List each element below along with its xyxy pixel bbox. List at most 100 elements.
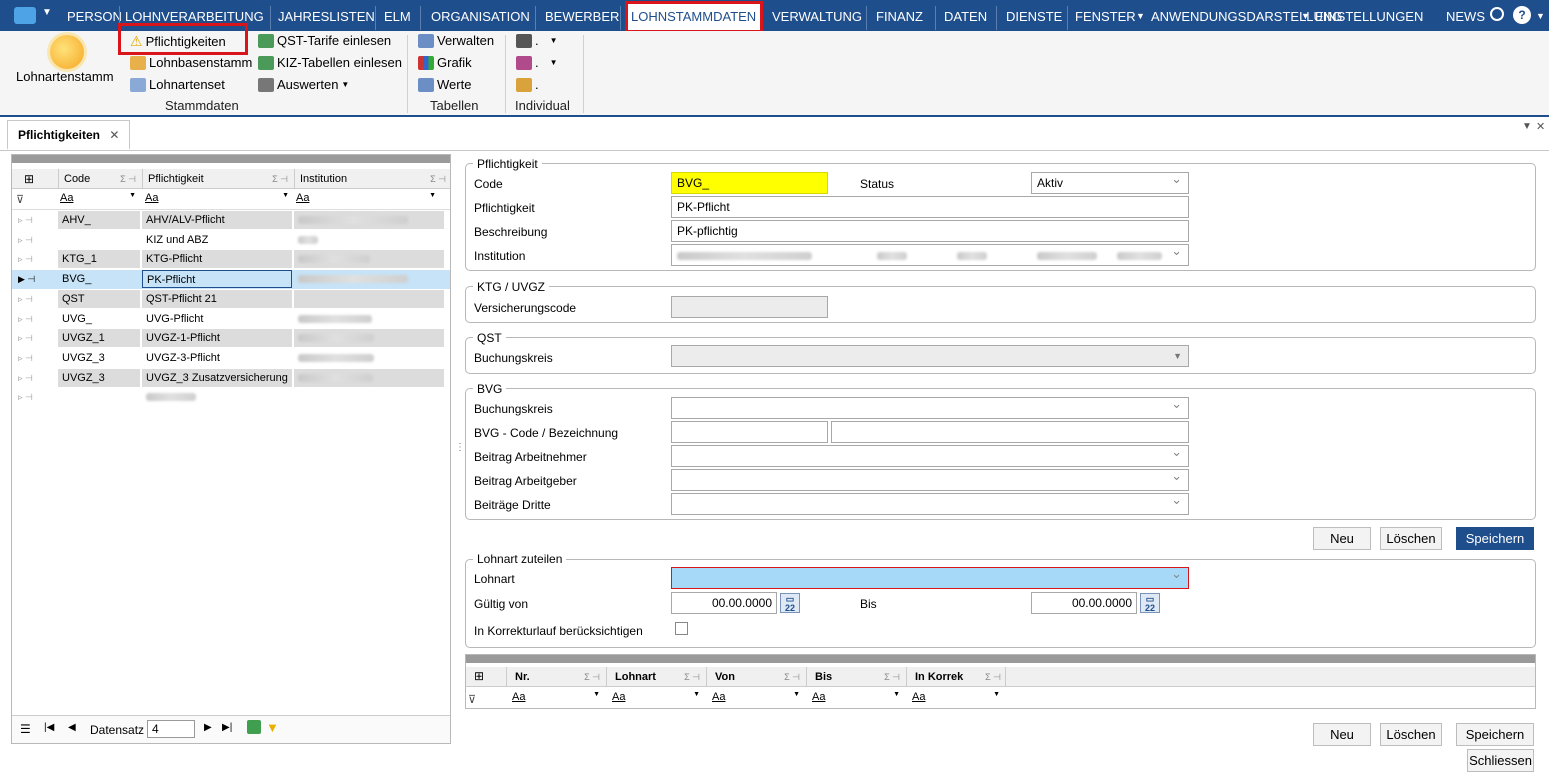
- table-row[interactable]: ▹ ⊣ QST QST-Pflicht 21: [12, 289, 450, 309]
- filter-icon[interactable]: ⊽: [468, 693, 476, 706]
- cell-institution[interactable]: [294, 349, 444, 367]
- code-input[interactable]: BVG_: [671, 172, 828, 194]
- sum-pin-icon[interactable]: Σ ⊣: [985, 667, 1001, 687]
- table-row[interactable]: ▹ ⊣ KTG_1 KTG-Pflicht: [12, 250, 450, 269]
- cell-code[interactable]: UVG_: [58, 310, 140, 328]
- table-row[interactable]: ▹ ⊣ UVGZ_3 UVGZ-3-Pflicht: [12, 349, 450, 368]
- pin-icon[interactable]: ▹ ⊣: [14, 231, 54, 249]
- chevron-down-icon[interactable]: ▼: [1522, 121, 1532, 132]
- sum-pin-icon[interactable]: Σ ⊣: [784, 667, 800, 687]
- kiz-tabellen-button[interactable]: KIZ-Tabellen einlesen: [258, 55, 402, 70]
- pin-icon[interactable]: ▹ ⊣: [14, 329, 54, 347]
- close-icon[interactable]: ✕: [109, 128, 119, 142]
- menu-einstellungen[interactable]: EINSTELLUNGEN: [1315, 0, 1423, 31]
- subgrid-header-nr[interactable]: Nr. Σ ⊣: [506, 667, 604, 687]
- schliessen-button[interactable]: Schliessen: [1467, 749, 1534, 772]
- cell-pflichtigkeit[interactable]: UVGZ_3 Zusatzversicherung: [142, 368, 292, 387]
- menu-daten[interactable]: DATEN: [944, 0, 987, 31]
- pin-icon[interactable]: ▹ ⊣: [14, 211, 54, 229]
- menu-finanz[interactable]: FINANZ: [876, 0, 923, 31]
- list-icon[interactable]: ☰: [20, 722, 31, 736]
- subgrid-header-korrek[interactable]: In Korrek Σ ⊣: [906, 667, 1006, 687]
- close-icon[interactable]: ✕: [1536, 120, 1545, 133]
- beitrag-ag-select[interactable]: [671, 469, 1189, 491]
- cell-institution[interactable]: [294, 231, 444, 249]
- speichern-button-2[interactable]: Speichern: [1456, 723, 1534, 746]
- individual-print-button[interactable]: . ▼: [516, 33, 558, 48]
- menu-anwendungsdarstellung[interactable]: ANWENDUNGSDARSTELLUNG: [1151, 0, 1342, 31]
- pin-icon[interactable]: ▹ ⊣: [14, 250, 54, 268]
- bis-input[interactable]: 00.00.0000: [1031, 592, 1137, 614]
- column-header-pflichtigkeit[interactable]: Pflichtigkeit Σ ⊣: [142, 169, 292, 189]
- status-select[interactable]: Aktiv: [1031, 172, 1189, 194]
- sum-pin-icon[interactable]: Σ ⊣: [584, 667, 600, 687]
- pin-icon[interactable]: ▹ ⊣: [14, 388, 54, 406]
- subgrid-filter-nr[interactable]: Aa ▼: [512, 691, 602, 703]
- menu-elm[interactable]: ELM: [384, 0, 411, 31]
- pin-icon[interactable]: ▹ ⊣: [14, 349, 54, 367]
- menu-organisation[interactable]: ORGANISATION: [431, 0, 530, 31]
- individual-edit-button[interactable]: .: [516, 77, 539, 92]
- last-record-icon[interactable]: ▶|: [222, 722, 232, 733]
- calendar-icon[interactable]: ▭ 22: [1140, 593, 1160, 613]
- menu-fenster[interactable]: FENSTER: [1075, 0, 1136, 31]
- cell-code[interactable]: QST: [58, 289, 140, 308]
- cell-pflichtigkeit[interactable]: KIZ und ABZ: [142, 231, 292, 249]
- cell-institution[interactable]: [294, 250, 444, 269]
- subgrid-filter-von[interactable]: Aa ▼: [712, 691, 802, 703]
- table-row[interactable]: ▶ ⊣ BVG_ PK-Pflicht: [12, 270, 450, 290]
- beitrag-an-select[interactable]: [671, 445, 1189, 467]
- cell-code[interactable]: KTG_1: [58, 250, 140, 269]
- versicherungscode-input[interactable]: [671, 296, 828, 318]
- sum-pin-icon[interactable]: Σ ⊣: [684, 667, 700, 687]
- sum-pin-icon[interactable]: Σ ⊣: [120, 169, 136, 189]
- filter-code[interactable]: Aa ▼: [60, 192, 138, 204]
- beschreibung-input[interactable]: PK-pflichtig: [671, 220, 1189, 242]
- cell-code[interactable]: BVG_: [58, 270, 140, 289]
- pflichtigkeit-input[interactable]: PK-Pflicht: [671, 196, 1189, 218]
- bvg-code-input[interactable]: [671, 421, 828, 443]
- cell-institution[interactable]: [294, 270, 444, 289]
- cell-institution[interactable]: [294, 329, 444, 348]
- cell-code[interactable]: UVGZ_3: [58, 349, 140, 367]
- menu-news[interactable]: NEWS: [1446, 0, 1485, 31]
- cell-pflichtigkeit[interactable]: UVGZ-3-Pflicht: [142, 349, 292, 367]
- table-row[interactable]: ▹ ⊣: [12, 388, 450, 407]
- subgrid-filter-korrek[interactable]: Aa ▼: [912, 691, 1002, 703]
- cell-pflichtigkeit[interactable]: UVGZ-1-Pflicht: [142, 329, 292, 348]
- tab-pflichtigkeiten[interactable]: Pflichtigkeiten ✕: [7, 120, 131, 150]
- qst-buchungskreis-select[interactable]: ▼: [671, 345, 1189, 367]
- neu-button[interactable]: Neu: [1313, 527, 1371, 550]
- cell-institution[interactable]: [294, 388, 444, 406]
- menu-jahreslisten[interactable]: JAHRESLISTEN: [278, 0, 375, 31]
- loeschen-button[interactable]: Löschen: [1380, 527, 1442, 550]
- row-indicator-icon[interactable]: ▶ ⊣: [14, 270, 54, 288]
- filter-icon[interactable]: ▼: [266, 720, 279, 735]
- subgrid-header-lohnart[interactable]: Lohnart Σ ⊣: [606, 667, 704, 687]
- qst-tarife-button[interactable]: QST-Tarife einlesen: [258, 33, 391, 48]
- werte-button[interactable]: Werte: [418, 77, 471, 92]
- lohnart-select[interactable]: [671, 567, 1189, 589]
- app-menu-button[interactable]: ▼: [6, 4, 58, 27]
- cell-code[interactable]: [58, 231, 140, 249]
- gueltig-von-input[interactable]: 00.00.0000: [671, 592, 777, 614]
- cell-institution[interactable]: [294, 211, 444, 229]
- verwalten-button[interactable]: Verwalten: [418, 33, 494, 48]
- grafik-button[interactable]: Grafik: [418, 55, 472, 70]
- menu-dienste[interactable]: DIENSTE: [1006, 0, 1062, 31]
- lohnartenstamm-button[interactable]: Lohnartenstamm: [16, 69, 114, 84]
- subgrid-header-von[interactable]: Von Σ ⊣: [706, 667, 804, 687]
- datensatz-input[interactable]: 4: [147, 720, 195, 738]
- cell-pflichtigkeit[interactable]: QST-Pflicht 21: [142, 289, 292, 308]
- bvg-bezeichnung-input[interactable]: [831, 421, 1189, 443]
- cell-institution[interactable]: [294, 289, 444, 308]
- search-icon[interactable]: [1490, 7, 1504, 21]
- cell-code[interactable]: [58, 388, 140, 406]
- filter-pflichtigkeit[interactable]: Aa ▼: [145, 192, 291, 204]
- subgrid-header-bis[interactable]: Bis Σ ⊣: [806, 667, 904, 687]
- individual-tools-button[interactable]: . ▼: [516, 55, 558, 70]
- table-row[interactable]: ▹ ⊣ UVGZ_1 UVGZ-1-Pflicht: [12, 329, 450, 348]
- speichern-button[interactable]: Speichern: [1456, 527, 1534, 550]
- lohnartenset-button[interactable]: Lohnartenset: [130, 77, 225, 92]
- subgrid-filter-bis[interactable]: Aa ▼: [812, 691, 902, 703]
